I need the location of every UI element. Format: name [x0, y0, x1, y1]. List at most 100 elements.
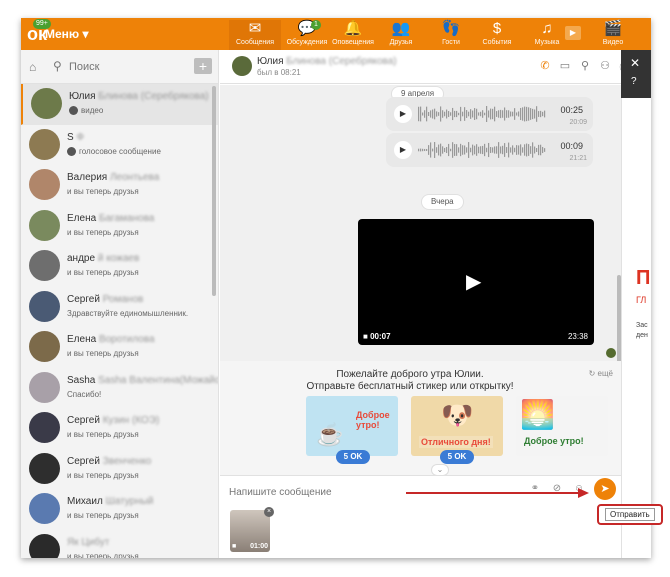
chat-list-item[interactable]: Елена Воротилова и вы теперь друзья [21, 327, 218, 368]
nav-events[interactable]: $ События [471, 20, 523, 50]
chat-list-item[interactable]: Sasha Sasha Валентина(Можайськая) Спасибо… [21, 368, 218, 409]
chat-first-name: Sasha [67, 374, 96, 386]
avatar [29, 169, 60, 200]
chat-list-item[interactable]: Валерия Леонтьева и вы теперь друзья [21, 165, 218, 206]
chevron-down-icon[interactable]: ⌄ [432, 465, 448, 475]
chat-first-name: Елена [67, 334, 97, 345]
message-area: 9 апреля ▶ 00:25 20:09 ▶ 00:09 21:21 Вче… [220, 85, 621, 395]
right-panel-controls: ✕ ? [621, 50, 651, 98]
avatar [29, 331, 60, 362]
video-duration-label: 00:07 [370, 332, 391, 341]
send-button[interactable]: ➤ [594, 478, 616, 500]
more-link[interactable]: ↻ ещё [589, 369, 613, 378]
voice-message: ▶ 00:09 21:21 [386, 133, 593, 167]
waveform-icon [418, 106, 546, 122]
nav-messages[interactable]: ✉ Сообщения [229, 20, 281, 50]
sticker-nice-day[interactable]: 🐶 Отличного дня! [411, 396, 503, 456]
ad-heading-letter: П [636, 267, 651, 289]
nav-guests[interactable]: 👣 Гости [425, 20, 477, 50]
send-tooltip-highlight: Отправить [597, 504, 663, 525]
chat-name: Валерия Леонтьева [67, 172, 159, 183]
chat-list-item[interactable]: S Фголосовое сообщение [21, 125, 218, 166]
chat-first-name: андре [67, 253, 96, 264]
play-icon[interactable]: ▶ [394, 141, 412, 159]
home-icon[interactable]: ⌂ [29, 60, 36, 74]
avatar [29, 493, 60, 524]
waveform-icon [418, 142, 546, 158]
avatar [29, 371, 60, 403]
chat-preview: и вы теперь друзья [67, 552, 139, 559]
remove-attachment-icon[interactable]: × [264, 507, 274, 517]
message-time: 21:21 [569, 155, 587, 162]
chat-list-item[interactable]: Сергей Звенченко и вы теперь друзья [21, 449, 218, 490]
chat-preview: и вы теперь друзья [67, 471, 139, 480]
sticker-price-badge[interactable]: 5 OK [440, 450, 474, 464]
video-call-icon[interactable]: ▭ [558, 59, 572, 72]
camera-icon: ■ [232, 543, 237, 550]
play-icon[interactable]: ▶ [466, 269, 481, 294]
nav-video[interactable]: 🎬 Видео [587, 20, 639, 50]
chat-first-name: Елена [67, 212, 97, 224]
add-user-icon[interactable]: ⚇ [598, 59, 612, 72]
avatar [29, 452, 60, 484]
contact-name[interactable]: Юлия Блинова (Серебрякова) [257, 56, 397, 67]
chat-list-item[interactable]: Юлия Блинова (Серебрякова) видео [21, 84, 218, 125]
nav-discussions[interactable]: 💬 1 Обсуждения [281, 20, 333, 50]
promo-line-2: Отправьте бесплатный стикер или открытку… [306, 381, 514, 392]
sticker-price-badge[interactable]: 5 OK [336, 450, 370, 464]
chat-first-name: Валерия [67, 172, 108, 183]
chat-last-name: Шатурный [105, 496, 154, 507]
chat-preview-text: и вы теперь друзья [67, 349, 139, 358]
phone-call-icon[interactable]: ✆ [538, 59, 552, 72]
chat-preview: Здравствуйте единомышленник. [67, 309, 188, 318]
sticker-good-morning[interactable]: ☕ Доброе утро! [306, 396, 398, 456]
sidebar-header: ⌂ ⚲ + [21, 50, 218, 84]
chat-name: Сергей Кузин (КОЭ) [67, 415, 159, 426]
message-time: 23:38 [567, 332, 588, 341]
search-icon: ⚲ [53, 59, 62, 73]
discussions-badge: 1 [311, 20, 321, 30]
chat-first-name: Сергей [67, 455, 100, 467]
chat-list-item[interactable]: андре й кожаев и вы теперь друзья [21, 246, 218, 287]
chat-first-name: Сергей [67, 293, 100, 305]
video-message[interactable]: ▶ ■ 00:07 23:38 [358, 219, 594, 345]
nav-friends[interactable]: 👥 Друзья [375, 20, 427, 50]
sidebar-scrollbar[interactable] [212, 86, 216, 296]
chat-first-name: Юлия [69, 91, 96, 102]
sticker-morning-clock[interactable]: 🌅 Доброе утро! [516, 396, 608, 456]
ad-text: ГЛ [636, 295, 647, 305]
chat-name: S Ф [67, 132, 84, 143]
avatar [29, 209, 60, 241]
chat-list-item[interactable]: Як Цибут и вы теперь друзья [21, 530, 218, 559]
chat-list-item[interactable]: Михаил Шатурный и вы теперь друзья [21, 489, 218, 530]
avatar[interactable] [232, 56, 252, 76]
more-label: ещё [597, 369, 613, 378]
menu-label: Меню [45, 27, 80, 41]
chat-first-name: S [67, 131, 74, 143]
nav-label: Гости [442, 39, 460, 46]
chat-preview-text: Спасибо! [67, 389, 102, 399]
menu-button[interactable]: Меню ▾ [45, 27, 89, 41]
search-input[interactable] [69, 58, 189, 76]
play-icon[interactable]: ▶ [394, 105, 412, 123]
chat-header: Юлия Блинова (Серебрякова) был в 08:21 ✆… [220, 50, 631, 84]
close-icon[interactable]: ✕ [630, 56, 640, 70]
chat-preview: видео [69, 106, 103, 116]
search-icon[interactable]: ⚲ [578, 59, 592, 72]
video-play-shortcut-icon[interactable]: ▶ [565, 26, 581, 40]
chat-list-item[interactable]: Елена Багаманова и вы теперь друзья [21, 206, 218, 247]
chat-preview-text: и вы теперь друзья [67, 430, 139, 439]
message-time: 20:09 [569, 119, 587, 126]
attachment-thumbnail[interactable]: ■ 01:00 [230, 510, 270, 552]
help-icon[interactable]: ? [631, 76, 637, 87]
annotation-arrow [406, 488, 589, 498]
chat-list-item[interactable]: Сергей Романов Здравствуйте единомышленни… [21, 287, 218, 328]
chat-preview: Спасибо! [67, 390, 101, 399]
sticker-caption: Доброе утро! [356, 410, 390, 430]
chat-bubbles-icon: 💬 [297, 20, 317, 37]
chat-preview-text: и вы теперь друзья [67, 227, 139, 237]
nav-notifications[interactable]: 🔔 Оповещения [327, 20, 379, 50]
chat-list-item[interactable]: Сергей Кузин (КОЭ) и вы теперь друзья [21, 408, 218, 449]
new-chat-button[interactable]: + [194, 58, 212, 74]
chat-last-name: Звенченко [102, 455, 152, 467]
